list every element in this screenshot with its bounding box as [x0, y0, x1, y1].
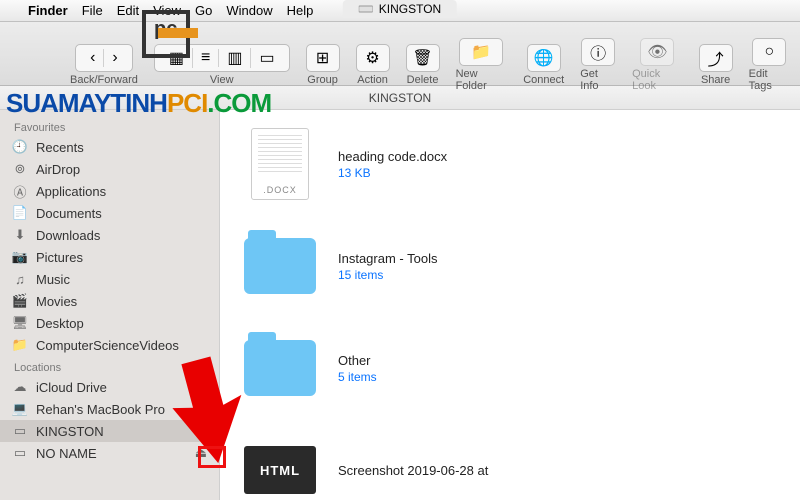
share-label: Share: [701, 74, 730, 86]
get-info-label: Get Info: [580, 68, 616, 92]
window-title: KINGSTON: [343, 0, 457, 18]
menu-help[interactable]: Help: [287, 3, 314, 18]
forward-icon[interactable]: ›: [104, 49, 125, 67]
clock-icon: 🕘: [12, 139, 28, 155]
sidebar-item-label: NO NAME: [36, 446, 97, 461]
drive-icon: [359, 4, 373, 14]
file-name: Instagram - Tools: [338, 251, 437, 266]
group-button[interactable]: ⊞: [306, 44, 340, 72]
html-thumb-icon: HTML: [244, 446, 316, 494]
file-item[interactable]: Other 5 items: [244, 332, 776, 404]
folder-thumb-icon: [244, 340, 316, 396]
sidebar-item-music[interactable]: ♫ Music: [0, 268, 219, 290]
icloud-icon: ☁: [12, 379, 28, 395]
file-item[interactable]: HTML Screenshot 2019-06-28 at: [244, 434, 776, 500]
folder-thumb-icon: [244, 238, 316, 294]
docx-thumb-icon: .DOCX: [251, 128, 309, 200]
movies-icon: 🎬: [12, 293, 28, 309]
sidebar-item-label: Desktop: [36, 316, 84, 331]
file-browser: .DOCX heading code.docx 13 KB Instagram -…: [220, 110, 800, 500]
documents-icon: 📄: [12, 205, 28, 221]
edit-tags-label: Edit Tags: [749, 68, 790, 92]
file-name: Other: [338, 353, 377, 368]
laptop-icon: 💻: [12, 401, 28, 417]
sidebar-item-applications[interactable]: Ⓐ Applications: [0, 180, 219, 202]
sidebar-item-label: AirDrop: [36, 162, 80, 177]
file-item[interactable]: .DOCX heading code.docx 13 KB: [244, 128, 776, 200]
apps-icon: Ⓐ: [12, 183, 28, 199]
sidebar-item-movies[interactable]: 🎬 Movies: [0, 290, 219, 312]
quick-look-label: Quick Look: [632, 68, 683, 92]
file-size: 13 KB: [338, 166, 447, 180]
sidebar-item-airdrop[interactable]: ⊚ AirDrop: [0, 158, 219, 180]
tag-icon: ○: [764, 43, 774, 61]
connect-icon: 🌐: [534, 48, 554, 68]
back-forward-label: Back/Forward: [70, 74, 138, 86]
sidebar-item-downloads[interactable]: ⬇ Downloads: [0, 224, 219, 246]
sidebar-item-label: KINGSTON: [36, 424, 104, 439]
file-item[interactable]: Instagram - Tools 15 items: [244, 230, 776, 302]
toolbar: KINGSTON ‹ › Back/Forward ▦ ≡ ▥ ▭ View ⊞…: [0, 22, 800, 86]
action-label: Action: [357, 74, 388, 86]
annotation-highlight-box: [198, 446, 226, 468]
file-count: 15 items: [338, 268, 437, 282]
new-folder-icon: 📁: [471, 42, 491, 62]
group-label: Group: [307, 74, 338, 86]
pictures-icon: 📷: [12, 249, 28, 265]
info-icon: ⓘ: [590, 40, 606, 64]
folder-icon: 📁: [12, 337, 28, 353]
drive-icon: ▭: [12, 423, 28, 439]
share-button[interactable]: ⤴: [699, 44, 733, 72]
get-info-button[interactable]: ⓘ: [581, 38, 615, 66]
file-count: 5 items: [338, 370, 377, 384]
app-name[interactable]: Finder: [28, 3, 68, 18]
airdrop-icon: ⊚: [12, 161, 28, 177]
sidebar-item-label: Pictures: [36, 250, 83, 265]
sidebar-item-label: Movies: [36, 294, 77, 309]
menu-window[interactable]: Window: [226, 3, 272, 18]
trash-icon: 🗑: [412, 48, 432, 68]
favourites-header: Favourites: [0, 116, 219, 136]
eye-icon: 👁: [647, 42, 667, 62]
sidebar-item-label: Music: [36, 272, 70, 287]
annotation-arrow: [134, 350, 244, 470]
file-name: Screenshot 2019-06-28 at: [338, 463, 488, 478]
pathbar-text: KINGSTON: [369, 91, 431, 105]
menu-file[interactable]: File: [82, 3, 103, 18]
delete-button[interactable]: 🗑: [406, 44, 440, 72]
sidebar-item-label: Recents: [36, 140, 84, 155]
sidebar-item-desktop[interactable]: 🖥 Desktop: [0, 312, 219, 334]
action-button[interactable]: ⚙: [356, 44, 390, 72]
connect-button[interactable]: 🌐: [527, 44, 561, 72]
sidebar-item-label: Documents: [36, 206, 102, 221]
quick-look-button[interactable]: 👁: [640, 38, 674, 66]
share-icon: ⤴: [708, 46, 724, 70]
sidebar-item-recents[interactable]: 🕘 Recents: [0, 136, 219, 158]
watermark-logo: [132, 0, 210, 78]
delete-label: Delete: [407, 74, 439, 86]
gallery-view-icon[interactable]: ▭: [251, 48, 282, 68]
new-folder-label: New Folder: [456, 68, 508, 92]
sidebar-item-pictures[interactable]: 📷 Pictures: [0, 246, 219, 268]
watermark-text: SUAMAYTINHPCI.COM: [6, 88, 271, 119]
sidebar-item-label: iCloud Drive: [36, 380, 107, 395]
drive-icon: ▭: [12, 445, 28, 461]
new-folder-button[interactable]: 📁: [459, 38, 503, 66]
sidebar-item-label: Downloads: [36, 228, 100, 243]
downloads-icon: ⬇: [12, 227, 28, 243]
edit-tags-button[interactable]: ○: [752, 38, 786, 66]
column-view-icon[interactable]: ▥: [219, 48, 251, 68]
view-label: View: [210, 74, 234, 86]
window-title-text: KINGSTON: [379, 2, 441, 16]
sidebar-item-label: Applications: [36, 184, 106, 199]
file-name: heading code.docx: [338, 149, 447, 164]
connect-label: Connect: [523, 74, 564, 86]
music-icon: ♫: [12, 271, 28, 287]
back-forward-buttons[interactable]: ‹ ›: [75, 44, 133, 72]
sidebar-item-documents[interactable]: 📄 Documents: [0, 202, 219, 224]
group-icon: ⊞: [316, 48, 329, 68]
back-icon[interactable]: ‹: [82, 49, 104, 67]
desktop-icon: 🖥: [12, 315, 28, 331]
gear-icon: ⚙: [365, 48, 379, 68]
